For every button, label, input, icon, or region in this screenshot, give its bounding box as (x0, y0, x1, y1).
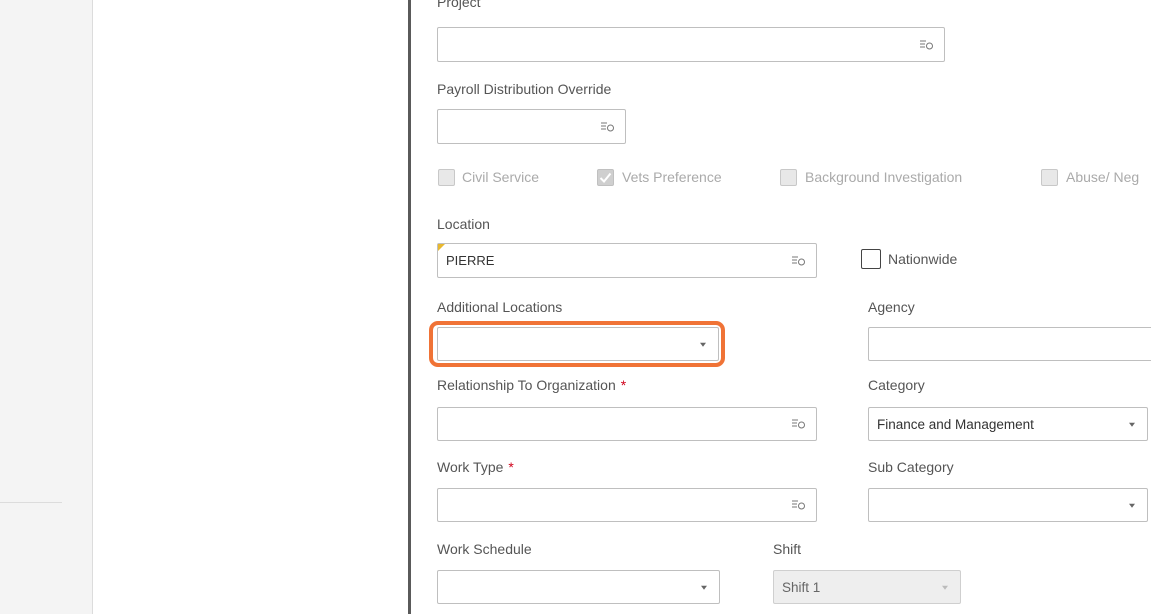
lookup-icon[interactable] (792, 499, 806, 511)
relationship-label: Relationship To Organization * (437, 377, 626, 393)
vets-preference-label: Vets Preference (622, 169, 722, 185)
location-value: PIERRE (446, 253, 495, 268)
dropdown-caret-icon[interactable] (1129, 503, 1135, 508)
lookup-icon[interactable] (920, 39, 934, 51)
required-asterisk: * (620, 377, 627, 393)
form-panel-border (408, 0, 411, 614)
background-investigation-checkbox[interactable] (780, 169, 797, 186)
dropdown-caret-icon (942, 585, 948, 590)
shift-value: Shift 1 (782, 579, 821, 595)
project-label: Project (437, 0, 481, 10)
relationship-label-text: Relationship To Organization (437, 377, 616, 393)
work-type-label-text: Work Type (437, 459, 504, 475)
dropdown-caret-icon[interactable] (700, 342, 706, 347)
additional-locations-dropdown[interactable] (437, 327, 719, 361)
abuse-neglect-checkbox[interactable] (1041, 169, 1058, 186)
agency-field[interactable] (868, 327, 1151, 361)
shift-dropdown: Shift 1 (773, 570, 961, 604)
payroll-distribution-label: Payroll Distribution Override (437, 81, 612, 97)
location-changed-marker (438, 244, 445, 251)
location-field[interactable]: PIERRE (437, 243, 817, 278)
work-type-field[interactable] (437, 488, 817, 522)
location-label: Location (437, 216, 490, 232)
category-label: Category (868, 377, 925, 393)
category-dropdown[interactable]: Finance and Management (868, 407, 1148, 441)
abuse-neglect-label: Abuse/ Neg (1066, 169, 1140, 185)
dropdown-caret-icon[interactable] (701, 585, 707, 590)
checkmark-icon (599, 172, 612, 183)
nationwide-checkbox[interactable] (861, 249, 881, 269)
sub-category-dropdown[interactable] (868, 488, 1148, 522)
work-schedule-label: Work Schedule (437, 541, 532, 557)
lookup-icon[interactable] (792, 255, 806, 267)
shift-label: Shift (773, 541, 802, 557)
required-asterisk: * (508, 459, 514, 475)
nationwide-label: Nationwide (888, 251, 958, 267)
sub-category-label: Sub Category (868, 459, 954, 475)
lookup-icon[interactable] (601, 121, 615, 133)
background-investigation-label: Background Investigation (805, 169, 963, 185)
category-value: Finance and Management (877, 416, 1034, 432)
left-navigation-rail (0, 0, 93, 614)
relationship-field[interactable] (437, 407, 817, 441)
work-type-label: Work Type * (437, 459, 514, 475)
work-schedule-dropdown[interactable] (437, 570, 720, 604)
rail-divider (0, 502, 62, 503)
project-field[interactable] (437, 27, 945, 62)
payroll-distribution-field[interactable] (437, 109, 626, 144)
agency-label: Agency (868, 299, 915, 315)
dropdown-caret-icon[interactable] (1129, 422, 1135, 427)
civil-service-checkbox[interactable] (438, 169, 455, 186)
lookup-icon[interactable] (792, 418, 806, 430)
vets-preference-checkbox[interactable] (597, 169, 614, 186)
additional-locations-label: Additional Locations (437, 299, 563, 315)
civil-service-label: Civil Service (462, 169, 540, 185)
